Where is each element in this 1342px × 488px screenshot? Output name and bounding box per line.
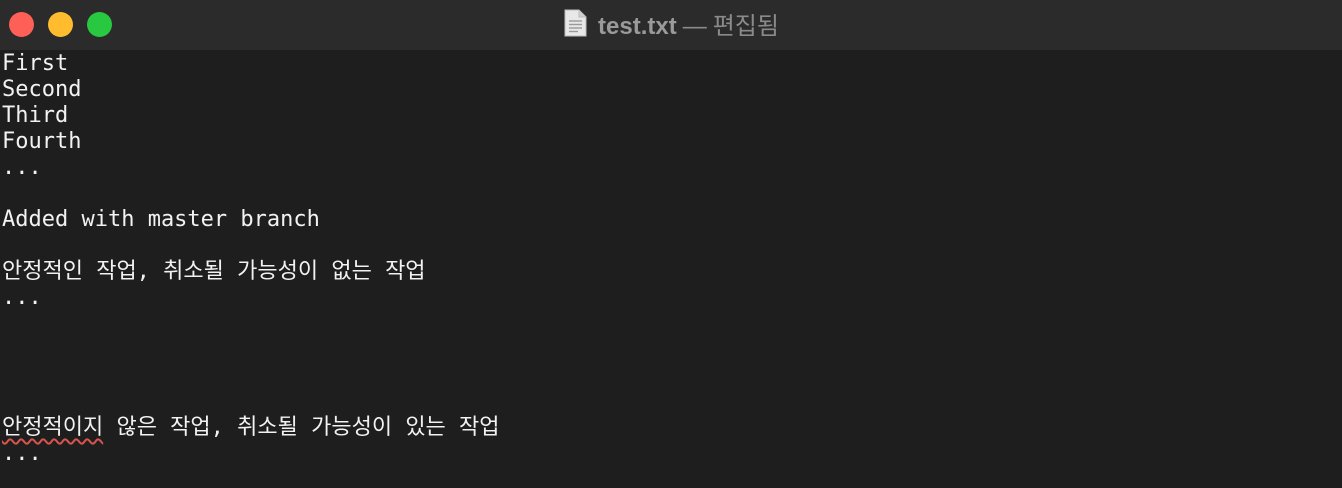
text-line: Fourth	[2, 129, 82, 154]
file-name: test.txt	[598, 12, 677, 40]
text-line: Third	[2, 103, 69, 128]
title-separator: —	[682, 12, 707, 40]
text-line	[2, 337, 1342, 363]
text-line: Added with master branch	[2, 207, 320, 232]
text-line	[2, 363, 1342, 389]
text-segment: 않은 작업, 취소될 가능성이 있는 작업	[103, 415, 500, 440]
window-title: test.txt — 편집됨	[0, 0, 1342, 46]
text-line	[2, 389, 1342, 415]
text-editing-area[interactable]: First Second Third Fourth ... Added with…	[0, 50, 1342, 488]
edited-status: 편집됨	[712, 12, 779, 40]
text-document-icon	[564, 9, 587, 37]
text-line	[2, 233, 1342, 259]
text-line: ...	[2, 285, 42, 310]
spellcheck-flagged-word[interactable]: 안정적이지	[2, 415, 103, 440]
title-bar[interactable]: test.txt — 편집됨	[0, 0, 1342, 50]
text-editor-window: test.txt — 편집됨 First Second Third Fourth .…	[0, 0, 1342, 488]
text-line: 안정적이지 않은 작업, 취소될 가능성이 있는 작업	[2, 415, 1342, 441]
text-line: ...	[2, 155, 42, 180]
text-line	[2, 311, 1342, 337]
text-line: First	[2, 51, 69, 76]
text-line: 안정적인 작업, 취소될 가능성이 없는 작업	[2, 259, 426, 284]
text-line	[2, 181, 1342, 207]
text-line: Second	[2, 77, 82, 102]
text-line: ...	[2, 441, 42, 466]
